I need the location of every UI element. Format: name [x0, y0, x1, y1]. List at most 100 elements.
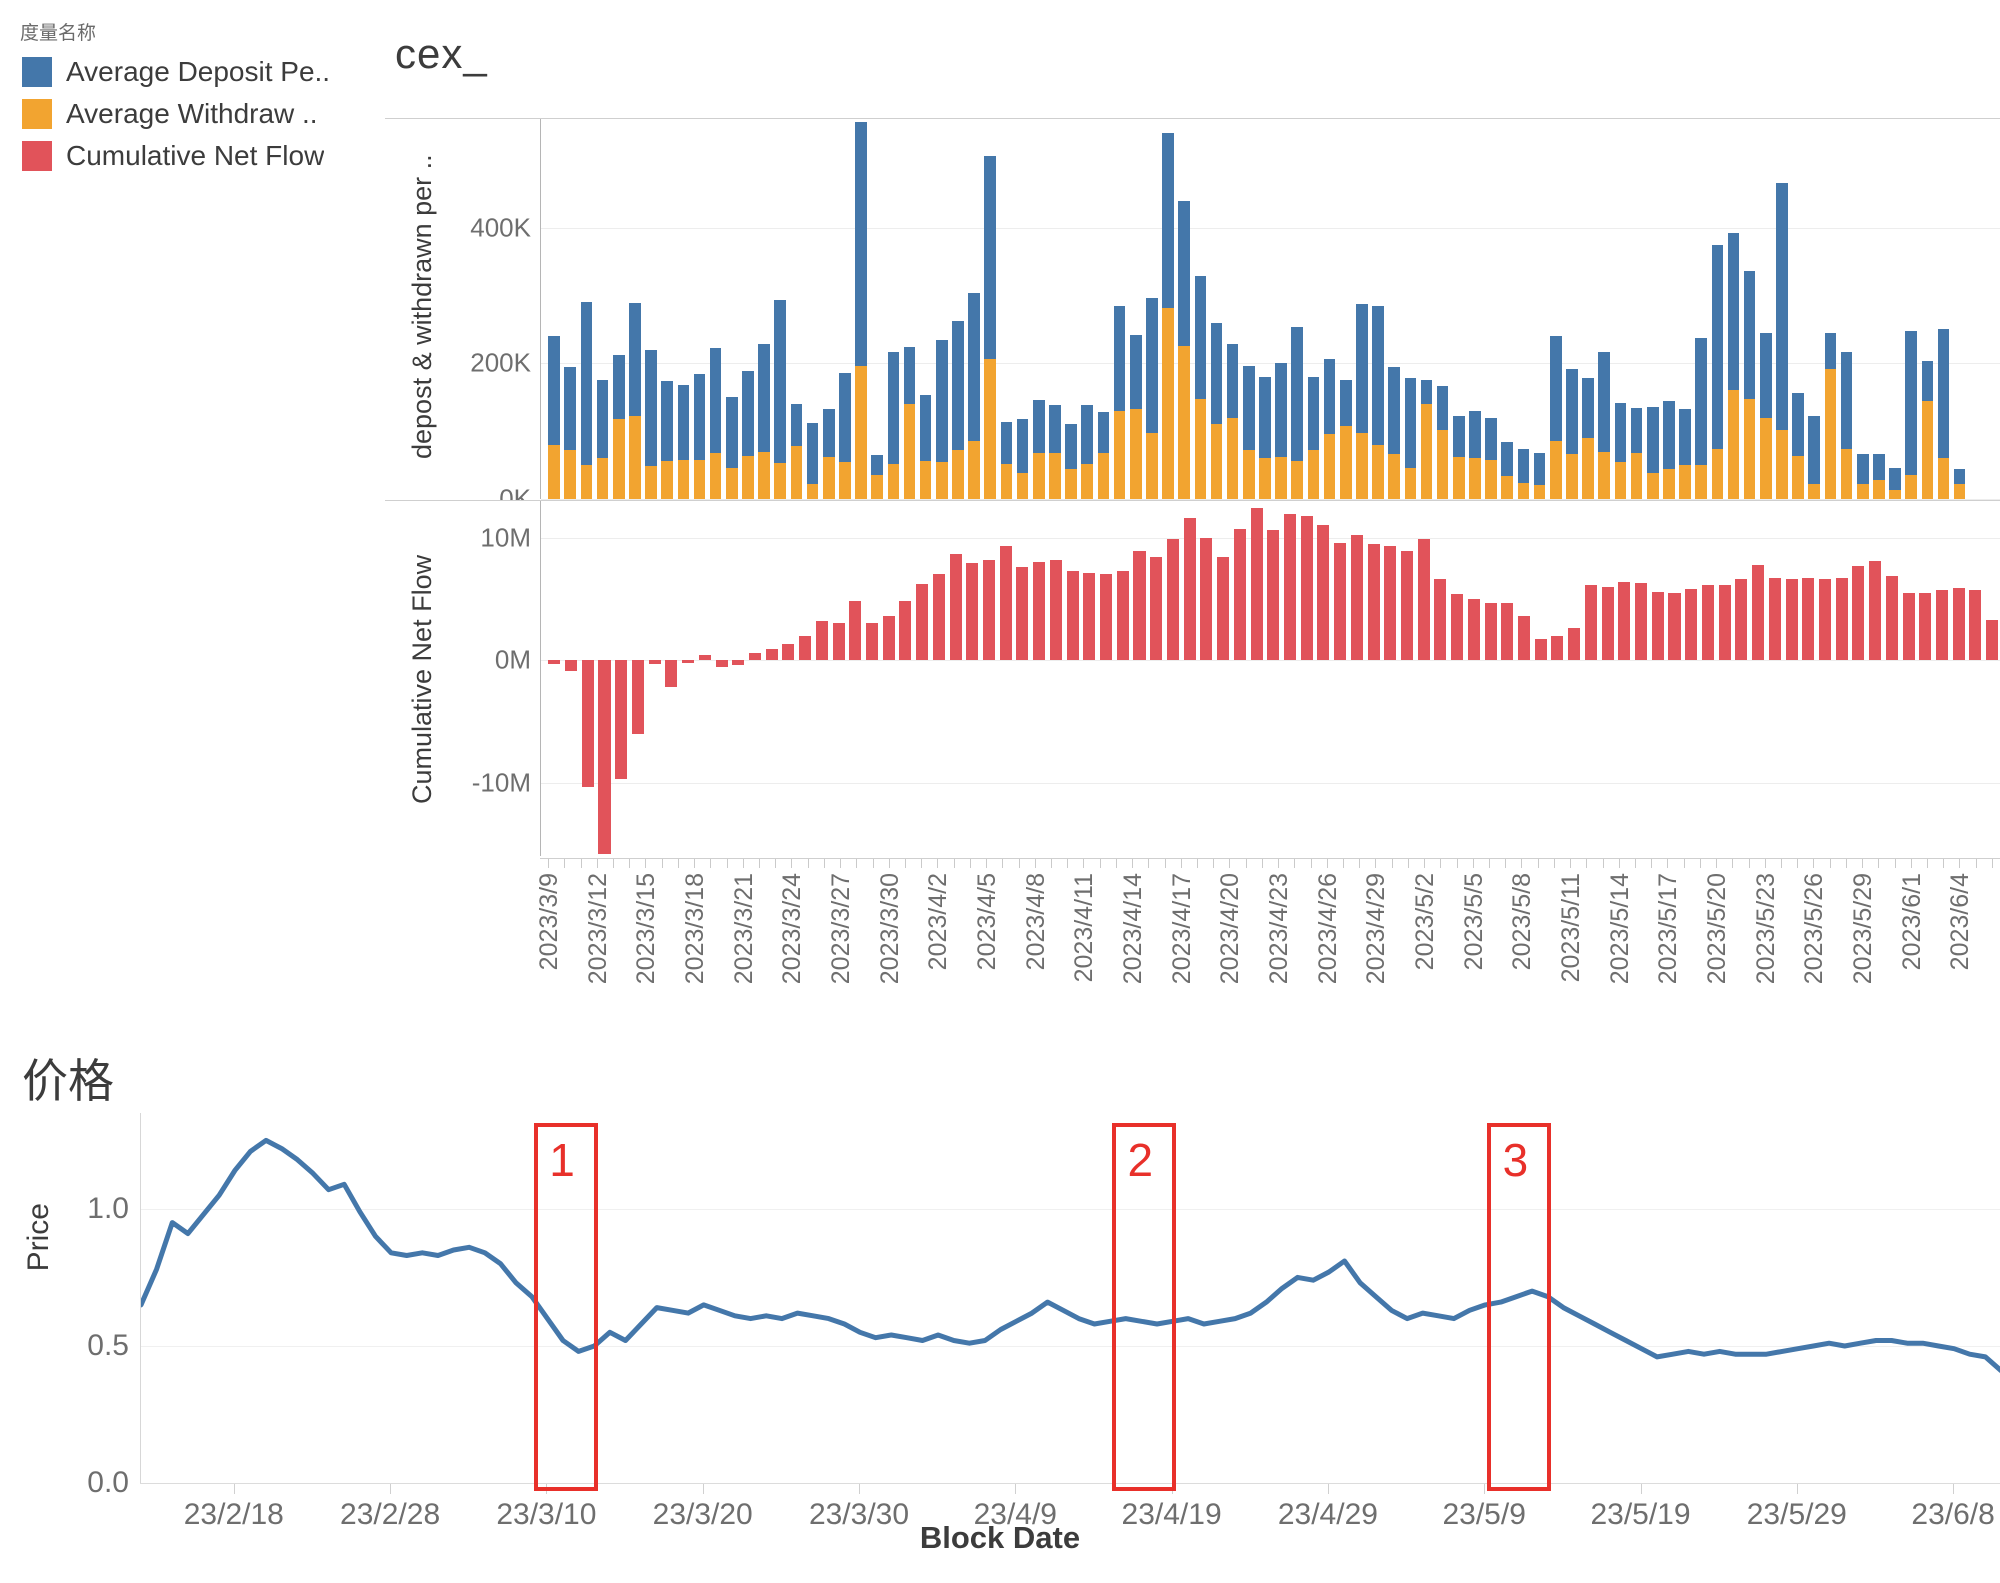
bar-column[interactable]: [1968, 119, 1984, 499]
flow-column[interactable]: [981, 501, 998, 856]
flow-column[interactable]: [613, 501, 630, 856]
flow-column[interactable]: [1399, 501, 1416, 856]
bar-column[interactable]: [1305, 119, 1321, 499]
flow-column[interactable]: [1683, 501, 1700, 856]
bar-column[interactable]: [740, 119, 756, 499]
flow-column[interactable]: [847, 501, 864, 856]
bar-column[interactable]: [1677, 119, 1693, 499]
flow-column[interactable]: [1231, 501, 1248, 856]
bar-column[interactable]: [1806, 119, 1822, 499]
bar-column[interactable]: [1693, 119, 1709, 499]
flow-column[interactable]: [1917, 501, 1934, 856]
flow-column[interactable]: [696, 501, 713, 856]
bar-column[interactable]: [1370, 119, 1386, 499]
bar-column[interactable]: [724, 119, 740, 499]
flow-column[interactable]: [630, 501, 647, 856]
flow-column[interactable]: [880, 501, 897, 856]
flow-column[interactable]: [1599, 501, 1616, 856]
bar-column[interactable]: [691, 119, 707, 499]
flow-column[interactable]: [563, 501, 580, 856]
bar-column[interactable]: [1483, 119, 1499, 499]
bar-column[interactable]: [1725, 119, 1741, 499]
flow-column[interactable]: [1181, 501, 1198, 856]
bar-column[interactable]: [1612, 119, 1628, 499]
flow-column[interactable]: [1482, 501, 1499, 856]
flow-column[interactable]: [1967, 501, 1984, 856]
flow-column[interactable]: [780, 501, 797, 856]
flow-column[interactable]: [897, 501, 914, 856]
flow-column[interactable]: [1064, 501, 1081, 856]
bar-column[interactable]: [1257, 119, 1273, 499]
bar-column[interactable]: [1774, 119, 1790, 499]
flow-column[interactable]: [1516, 501, 1533, 856]
flow-column[interactable]: [1633, 501, 1650, 856]
flow-column[interactable]: [1934, 501, 1951, 856]
bar-column[interactable]: [1031, 119, 1047, 499]
bar-column[interactable]: [1338, 119, 1354, 499]
flow-column[interactable]: [997, 501, 1014, 856]
flow-column[interactable]: [747, 501, 764, 856]
price-plot-area[interactable]: 0.0 0.5 1.0: [87, 1113, 2000, 1499]
flow-column[interactable]: [1449, 501, 1466, 856]
flow-column[interactable]: [1165, 501, 1182, 856]
flow-column[interactable]: [1198, 501, 1215, 856]
flow-column[interactable]: [1666, 501, 1683, 856]
flow-column[interactable]: [579, 501, 596, 856]
flow-column[interactable]: [1566, 501, 1583, 856]
flow-column[interactable]: [914, 501, 931, 856]
flow-column[interactable]: [1950, 501, 1967, 856]
flow-column[interactable]: [1298, 501, 1315, 856]
bar-column[interactable]: [885, 119, 901, 499]
bar-column[interactable]: [1418, 119, 1434, 499]
flow-column[interactable]: [1081, 501, 1098, 856]
bar-column[interactable]: [1160, 119, 1176, 499]
bar-column[interactable]: [1742, 119, 1758, 499]
bar-column[interactable]: [627, 119, 643, 499]
flow-column[interactable]: [763, 501, 780, 856]
bar-column[interactable]: [756, 119, 772, 499]
bar-column[interactable]: [788, 119, 804, 499]
flow-column[interactable]: [1766, 501, 1783, 856]
flow-column[interactable]: [546, 501, 563, 856]
flow-column[interactable]: [1282, 501, 1299, 856]
flow-column[interactable]: [964, 501, 981, 856]
flow-column[interactable]: [1833, 501, 1850, 856]
bar-column[interactable]: [1758, 119, 1774, 499]
bar-column[interactable]: [1499, 119, 1515, 499]
bar-column[interactable]: [546, 119, 562, 499]
bar-column[interactable]: [1015, 119, 1031, 499]
bar-column[interactable]: [837, 119, 853, 499]
bar-column[interactable]: [1855, 119, 1871, 499]
bar-column[interactable]: [1596, 119, 1612, 499]
bar-column[interactable]: [821, 119, 837, 499]
flow-column[interactable]: [1817, 501, 1834, 856]
flow-column[interactable]: [864, 501, 881, 856]
bar-column[interactable]: [1645, 119, 1661, 499]
flow-column[interactable]: [680, 501, 697, 856]
bar-column[interactable]: [1128, 119, 1144, 499]
bar-column[interactable]: [853, 119, 869, 499]
flow-column[interactable]: [1248, 501, 1265, 856]
flow-column[interactable]: [1583, 501, 1600, 856]
bar-column[interactable]: [1935, 119, 1951, 499]
bar-column[interactable]: [578, 119, 594, 499]
bar-column[interactable]: [1822, 119, 1838, 499]
flow-column[interactable]: [1432, 501, 1449, 856]
bar-column[interactable]: [982, 119, 998, 499]
bars-plot-area[interactable]: 0K 200K 400K: [470, 119, 2000, 514]
bar-column[interactable]: [1628, 119, 1644, 499]
flow-column[interactable]: [1800, 501, 1817, 856]
flow-column[interactable]: [1382, 501, 1399, 856]
bar-column[interactable]: [1386, 119, 1402, 499]
bar-column[interactable]: [869, 119, 885, 499]
bar-column[interactable]: [1515, 119, 1531, 499]
flow-column[interactable]: [1014, 501, 1031, 856]
flow-column[interactable]: [1867, 501, 1884, 856]
bar-column[interactable]: [1322, 119, 1338, 499]
bar-column[interactable]: [1273, 119, 1289, 499]
flow-column[interactable]: [1114, 501, 1131, 856]
flow-column[interactable]: [1750, 501, 1767, 856]
bar-column[interactable]: [998, 119, 1014, 499]
bar-column[interactable]: [966, 119, 982, 499]
bar-column[interactable]: [1564, 119, 1580, 499]
